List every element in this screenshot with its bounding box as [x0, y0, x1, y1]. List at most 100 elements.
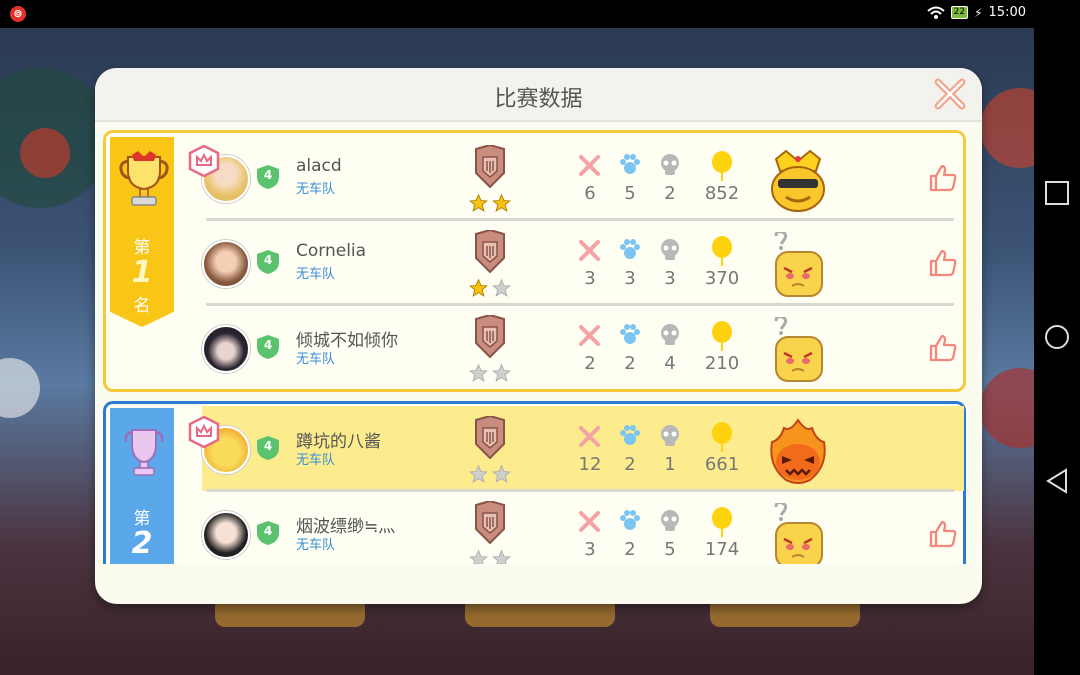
deaths-value: 2: [664, 183, 676, 204]
clock: 15:00: [988, 5, 1026, 20]
match-data-dialog: 比赛数据 第 1 名 4 alacd 无车队 6 5 2 852 4 Corne…: [95, 68, 982, 604]
confused-emote-icon: [774, 317, 823, 382]
avatar[interactable]: [202, 511, 250, 559]
bg-decoration: [0, 358, 40, 418]
assists-icon: [620, 154, 640, 174]
wifi-icon: [926, 6, 945, 19]
like-button[interactable]: [928, 248, 958, 278]
home-button[interactable]: [1044, 324, 1070, 350]
balloon-icon: [712, 422, 732, 452]
star-empty-icon: [469, 464, 488, 483]
star-empty-icon: [492, 464, 511, 483]
results-list[interactable]: 第 1 名 4 alacd 无车队 6 5 2 852 4 Cornelia 无…: [103, 124, 974, 564]
mvp-crown-icon: [188, 145, 220, 177]
avatar[interactable]: [202, 240, 250, 288]
balloon-icon: [712, 321, 732, 351]
rank-ribbon: 第 2 名: [110, 408, 174, 564]
star-empty-icon: [469, 363, 488, 382]
bg-decoration: [980, 368, 1034, 448]
back-button[interactable]: [1044, 468, 1070, 494]
star-filled-icon: [469, 193, 488, 212]
team-name: 无车队: [296, 182, 336, 197]
player-row-current: 4 蹲坑的八酱 无车队 12 2 1 661: [188, 406, 964, 492]
score-value: 210: [704, 353, 740, 374]
score-value: 174: [704, 539, 740, 560]
like-button[interactable]: [928, 333, 958, 363]
player-row: 4 倾城不如倾你 无车队 2 2 4 210: [188, 305, 964, 390]
player-name: Cornelia: [296, 241, 367, 261]
team-name: 无车队: [296, 453, 336, 468]
like-button[interactable]: [928, 163, 958, 193]
trophy-icon: [119, 151, 169, 206]
star-rating: [468, 549, 512, 564]
dialog-header: 比赛数据: [95, 68, 982, 122]
kills-value: 12: [578, 454, 602, 475]
balloon-icon: [712, 151, 732, 181]
status-right: 22 ⚡ 15:00: [926, 5, 1026, 20]
rank-medal-icon: [475, 315, 505, 359]
assists-icon: [620, 510, 640, 530]
rank-ribbon: 第 1 名: [110, 137, 174, 327]
level-value: 4: [263, 524, 273, 538]
fire-emote-icon: [770, 418, 826, 484]
assists-icon: [620, 324, 640, 344]
level-value: 4: [263, 439, 273, 453]
team-name: 无车队: [296, 352, 336, 367]
balloon-icon: [712, 507, 732, 537]
rank-medal-icon: [475, 230, 505, 274]
navigation-bar: [1034, 0, 1080, 675]
team-name: 无车队: [296, 267, 336, 282]
star-empty-icon: [492, 278, 511, 297]
star-empty-icon: [469, 549, 488, 564]
team-2-panel: 第 2 名 4 蹲坑的八酱 无车队: [103, 401, 966, 564]
confused-emote-icon: [774, 503, 823, 564]
recents-button[interactable]: [1044, 180, 1070, 206]
team-1-panel: 第 1 名 4 alacd 无车队 6 5 2 852 4 Cornelia 无…: [103, 130, 966, 392]
assists-value: 2: [624, 353, 636, 374]
kills-icon: [579, 240, 600, 261]
kills-icon: [579, 511, 600, 532]
player-name: alacd: [296, 156, 342, 176]
kills-icon: [579, 325, 600, 346]
star-rating: [468, 193, 512, 213]
deaths-icon: [661, 425, 679, 446]
balloon-icon: [712, 236, 732, 266]
level-value: 4: [263, 253, 273, 267]
player-row: 4 烟波缥缈≒灬 无车队 3 2 5 174: [188, 491, 964, 564]
deaths-value: 5: [664, 539, 676, 560]
assists-icon: [620, 425, 640, 445]
app-notification-icon: ⊚: [10, 6, 26, 22]
rank-suffix: 名: [133, 296, 151, 316]
assists-value: 2: [624, 454, 636, 475]
status-bar: ⊚ 22 ⚡ 15:00: [0, 0, 1034, 28]
player-row: 4 Cornelia 无车队 3 3 3 370: [188, 220, 964, 306]
close-icon[interactable]: [932, 76, 968, 112]
like-button[interactable]: [928, 519, 958, 549]
deaths-icon: [661, 510, 679, 531]
bg-decoration: [980, 88, 1034, 168]
kills-value: 3: [584, 539, 596, 560]
avatar[interactable]: [202, 325, 250, 373]
dialog-title: 比赛数据: [494, 87, 583, 112]
kills-value: 6: [584, 183, 596, 204]
star-rating: [468, 363, 512, 383]
deaths-icon: [661, 324, 679, 345]
star-rating: [468, 464, 512, 484]
assists-icon: [620, 239, 640, 259]
star-rating: [468, 278, 512, 298]
score-value: 370: [704, 268, 740, 289]
kills-icon: [579, 426, 600, 447]
rank-medal-icon: [475, 501, 505, 545]
level-value: 4: [263, 168, 273, 182]
star-empty-icon: [492, 549, 511, 564]
rank-medal-icon: [475, 416, 505, 460]
star-filled-icon: [492, 193, 511, 212]
battery-icon: 22: [950, 6, 969, 19]
team-name: 无车队: [296, 538, 336, 553]
mvp-crown-icon: [188, 416, 220, 448]
bg-decoration: [20, 128, 70, 178]
deaths-value: 4: [664, 353, 676, 374]
score-value: 852: [704, 183, 740, 204]
assists-value: 5: [624, 183, 636, 204]
rank-number: 2: [131, 526, 153, 561]
